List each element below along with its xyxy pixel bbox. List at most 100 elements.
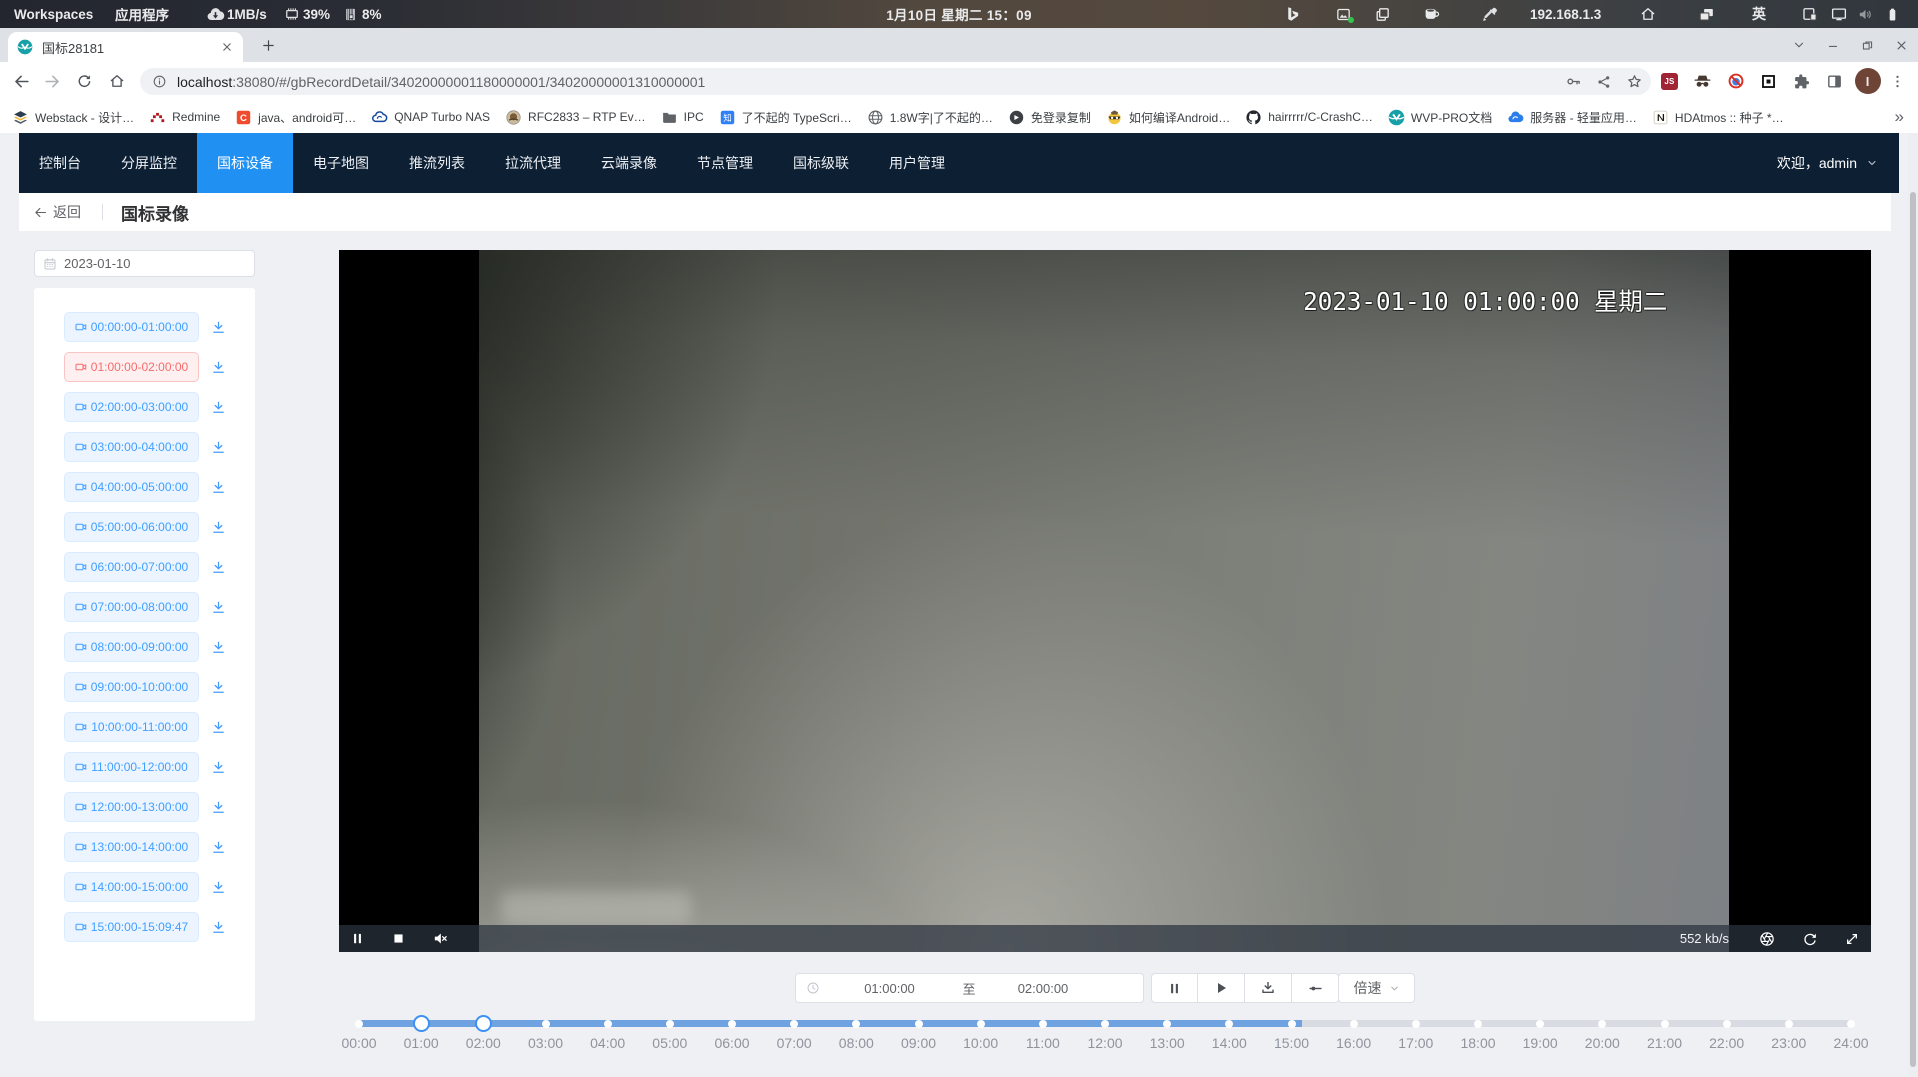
end-time-value[interactable]: 02:00:00 (979, 981, 1107, 996)
nav-tab-国标设备[interactable]: 国标设备 (197, 133, 293, 193)
record-segment-button[interactable]: 02:00:00-03:00:00 (64, 392, 199, 422)
password-key-icon[interactable] (1565, 73, 1582, 90)
workspaces-button[interactable]: Workspaces (14, 0, 93, 28)
bookmark-item[interactable]: IPC (661, 109, 704, 126)
record-segment-button[interactable]: 06:00:00-07:00:00 (64, 552, 199, 582)
page-scrollbar-track[interactable] (1908, 133, 1918, 1077)
record-download-icon[interactable] (211, 320, 226, 335)
new-tab-button[interactable] (254, 31, 282, 59)
bookmark-item[interactable]: 免登录复制 (1008, 109, 1091, 126)
start-time-value[interactable]: 01:00:00 (820, 981, 959, 996)
seek-button[interactable] (1292, 973, 1339, 1003)
record-download-icon[interactable] (211, 920, 226, 935)
play-button[interactable] (1198, 973, 1245, 1003)
fullscreen-button[interactable] (1843, 925, 1861, 952)
record-segment-button[interactable]: 03:00:00-04:00:00 (64, 432, 199, 462)
share-icon[interactable] (1596, 74, 1612, 90)
nav-tab-控制台[interactable]: 控制台 (19, 133, 101, 193)
frame-extension-icon[interactable] (1752, 65, 1785, 97)
record-download-icon[interactable] (211, 760, 226, 775)
record-download-icon[interactable] (211, 800, 226, 815)
bookmark-item[interactable]: HDAtmos :: 种子 *… (1652, 109, 1784, 126)
timeline-handle[interactable] (475, 1015, 492, 1032)
profile-avatar[interactable]: I (1851, 65, 1884, 97)
nav-tab-拉流代理[interactable]: 拉流代理 (485, 133, 581, 193)
back-button[interactable] (4, 64, 38, 98)
record-download-icon[interactable] (211, 600, 226, 615)
bookmark-item[interactable]: Redmine (149, 109, 220, 126)
bookmark-item[interactable]: Webstack - 设计… (12, 109, 134, 126)
color-picker-tray-icon[interactable] (1481, 0, 1498, 28)
record-download-icon[interactable] (211, 360, 226, 375)
nav-tab-推流列表[interactable]: 推流列表 (389, 133, 485, 193)
window-restore-button[interactable] (1850, 28, 1884, 62)
user-menu[interactable]: 欢迎，admin (1777, 133, 1878, 193)
extensions-puzzle-icon[interactable] (1785, 65, 1818, 97)
record-download-icon[interactable] (211, 440, 226, 455)
bookmark-item[interactable]: hairrrrr/C-CrashC… (1245, 109, 1373, 126)
bookmark-item[interactable]: 服务器 - 轻量应用… (1507, 109, 1637, 126)
browser-menu-icon[interactable] (1884, 65, 1910, 97)
record-segment-button[interactable]: 15:00:00-15:09:47 (64, 912, 199, 942)
bookmark-item[interactable]: java、android可… (235, 109, 356, 126)
bookmark-item[interactable]: QNAP Turbo NAS (371, 109, 490, 126)
bookmark-star-icon[interactable] (1626, 73, 1643, 90)
bookmark-item[interactable]: 1.8W字|了不起的… (867, 109, 993, 126)
bookmark-item[interactable]: RFC2833 – RTP Ev… (505, 109, 646, 126)
record-segment-button[interactable]: 09:00:00-10:00:00 (64, 672, 199, 702)
forward-button[interactable] (35, 64, 69, 98)
nav-tab-分屏监控[interactable]: 分屏监控 (101, 133, 197, 193)
record-segment-button[interactable]: 00:00:00-01:00:00 (64, 312, 199, 342)
bookmark-item[interactable]: 如何编译Android… (1106, 109, 1230, 126)
video-player[interactable]: 2023-01-10 01:00:00 星期二 552 kb/s (339, 250, 1871, 952)
js-extension-icon[interactable]: JS (1653, 65, 1686, 97)
player-refresh-button[interactable] (1801, 925, 1819, 952)
record-download-icon[interactable] (211, 520, 226, 535)
player-mute-button[interactable] (431, 925, 449, 952)
tab-close-icon[interactable] (220, 40, 234, 54)
window-minimize-button[interactable] (1816, 28, 1850, 62)
battery-tray-icon[interactable] (1885, 0, 1900, 28)
screenshot-tray-icon[interactable] (1335, 0, 1352, 28)
player-stop-button[interactable] (390, 925, 406, 952)
browser-tab[interactable]: 国标28181 (8, 32, 243, 62)
record-segment-button[interactable]: 12:00:00-13:00:00 (64, 792, 199, 822)
cup-tray-icon[interactable] (1423, 0, 1441, 28)
site-info-icon[interactable] (152, 74, 167, 89)
reload-button[interactable] (67, 64, 101, 98)
record-segment-button[interactable]: 05:00:00-06:00:00 (64, 512, 199, 542)
nav-tab-电子地图[interactable]: 电子地图 (293, 133, 389, 193)
nav-tab-节点管理[interactable]: 节点管理 (677, 133, 773, 193)
system-clock[interactable]: 1月10日 星期二 15：09 (886, 0, 1032, 28)
snapshot-button[interactable] (1758, 925, 1776, 952)
record-segment-button[interactable]: 13:00:00-14:00:00 (64, 832, 199, 862)
time-range-input[interactable]: 01:00:00 至 02:00:00 (795, 973, 1144, 1003)
date-picker-input[interactable]: 2023-01-10 (34, 250, 255, 277)
record-segment-button[interactable]: 10:00:00-11:00:00 (64, 712, 199, 742)
bing-tray-icon[interactable] (1283, 0, 1301, 28)
record-download-icon[interactable] (211, 880, 226, 895)
side-panel-icon[interactable] (1818, 65, 1851, 97)
input-method-indicator[interactable]: 英 (1752, 0, 1766, 28)
record-segment-button[interactable]: 07:00:00-08:00:00 (64, 592, 199, 622)
record-download-icon[interactable] (211, 840, 226, 855)
download-button[interactable] (1245, 973, 1292, 1003)
applications-button[interactable]: 应用程序 (115, 0, 169, 28)
record-segment-button[interactable]: 08:00:00-09:00:00 (64, 632, 199, 662)
bookmark-item[interactable]: 了不起的 TypeScri… (719, 109, 852, 126)
window-close-button[interactable] (1884, 28, 1918, 62)
blocker-extension-icon[interactable] (1719, 65, 1752, 97)
record-segment-button[interactable]: 11:00:00-12:00:00 (64, 752, 199, 782)
back-link[interactable]: 返回 (33, 202, 81, 222)
clipboard-tray-icon[interactable] (1374, 0, 1391, 28)
speed-dropdown[interactable]: 倍速 (1338, 973, 1415, 1003)
record-segment-button[interactable]: 14:00:00-15:00:00 (64, 872, 199, 902)
record-download-icon[interactable] (211, 480, 226, 495)
home-button[interactable] (100, 64, 134, 98)
record-download-icon[interactable] (211, 400, 226, 415)
phone-link-tray-icon[interactable] (1801, 0, 1819, 28)
record-segment-button[interactable]: 01:00:00-02:00:00 (64, 352, 199, 382)
window-menu-chevron[interactable] (1782, 28, 1816, 62)
page-scrollbar-thumb[interactable] (1910, 192, 1916, 1067)
record-download-icon[interactable] (211, 720, 226, 735)
